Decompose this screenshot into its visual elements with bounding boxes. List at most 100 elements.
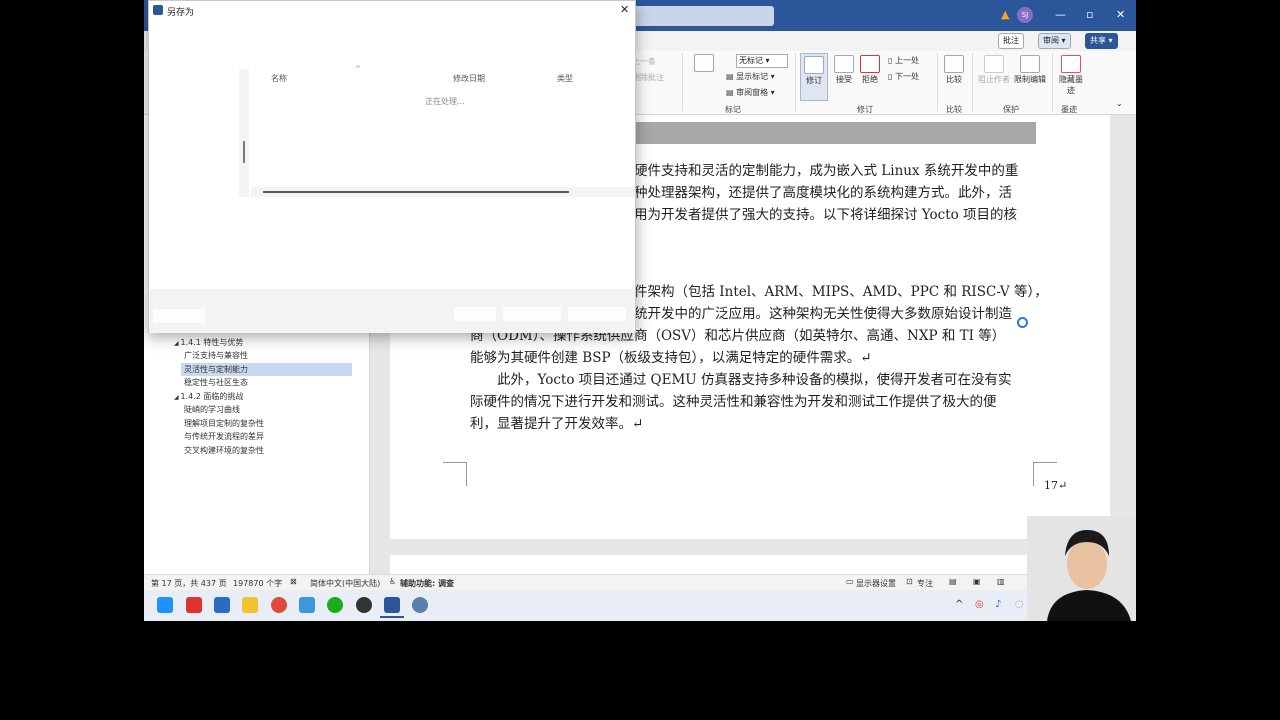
chrome-icon[interactable] — [271, 597, 287, 613]
nav-item[interactable]: 交叉构建环境的复杂性 — [144, 444, 370, 457]
collapse-ribbon-icon[interactable]: ⌄ — [1116, 99, 1123, 108]
app-icon[interactable] — [299, 597, 315, 613]
restrict-editing-button[interactable]: 限制编辑 — [1012, 55, 1048, 85]
nav-item[interactable]: ◢ 1.4.1 特性与优势 — [144, 336, 370, 349]
block-authors-button[interactable]: 阻止作者 — [976, 55, 1012, 85]
document-text-line: 用为开发者提供了强大的支持。以下将详细探讨 Yocto 项目的核 — [634, 207, 1018, 223]
scrollbar-thumb[interactable] — [263, 191, 569, 193]
nav-item-label: 与传统开发流程的差异 — [184, 432, 264, 441]
show-markup-button[interactable]: ▤ 显示标记 ▾ — [726, 71, 775, 82]
show-all-markup-button[interactable] — [687, 54, 721, 73]
folder-scrollbar[interactable] — [239, 69, 249, 197]
track-changes-button[interactable]: 修订 — [800, 53, 828, 101]
reviewing-pane-button[interactable]: ▤ 审阅窗格 ▾ — [726, 87, 775, 98]
ink-icon — [1061, 55, 1081, 73]
accept-icon — [834, 55, 854, 73]
minimize-icon[interactable]: — — [1055, 8, 1066, 21]
person-icon — [984, 55, 1004, 73]
nav-item[interactable]: 灵活性与定制能力 — [181, 362, 352, 376]
tray-app-icon[interactable]: ◎ — [975, 599, 984, 610]
nav-item[interactable]: 理解项目定制的复杂性 — [144, 417, 370, 430]
webcam-overlay — [1027, 516, 1136, 621]
scrollbar-thumb[interactable] — [243, 141, 245, 163]
hide-folders-button[interactable] — [153, 309, 205, 323]
share-button[interactable]: 共享 ▾ — [1085, 33, 1118, 49]
presenter-image — [1027, 516, 1136, 621]
reject-button[interactable]: 拒绝 — [858, 55, 882, 85]
divider — [795, 53, 796, 111]
display-settings[interactable]: 显示器设置 — [856, 578, 896, 589]
search-box[interactable] — [624, 6, 774, 26]
close-icon[interactable]: ✕ — [1116, 8, 1125, 21]
read-mode-icon[interactable]: ▤ — [949, 577, 957, 586]
page-count[interactable]: 第 17 页，共 437 页 — [151, 578, 227, 589]
obs-icon[interactable] — [356, 597, 372, 613]
nav-item[interactable]: 与传统开发流程的差异 — [144, 430, 370, 443]
tools-button[interactable] — [454, 307, 496, 321]
page-number: 17↵ — [1044, 479, 1068, 492]
proofing-icon[interactable]: ⊠ — [290, 577, 297, 586]
dialog-close-icon[interactable]: ✕ — [620, 3, 629, 16]
sort-arrow-icon: ^ — [355, 65, 361, 73]
focus-mode[interactable]: 专注 — [917, 578, 933, 589]
cancel-button[interactable] — [568, 307, 626, 321]
accessibility-icon: ♿ — [389, 577, 397, 586]
settings-icon[interactable] — [412, 597, 428, 613]
taskbar — [144, 590, 1136, 621]
column-header-modified[interactable]: 修改日期 — [453, 73, 485, 84]
file-explorer-icon[interactable] — [242, 597, 258, 613]
markup-select[interactable]: 无标记 ▾ — [736, 54, 788, 68]
windows-start-icon[interactable] — [157, 597, 173, 613]
prev-change-button[interactable]: ▯ 上一处 — [888, 55, 919, 66]
language[interactable]: 简体中文(中国大陆) — [310, 578, 380, 589]
accept-button[interactable]: 接受 — [832, 55, 856, 85]
word-count[interactable]: 197870 个字 — [233, 578, 282, 589]
print-layout-icon[interactable]: ▣ — [973, 577, 981, 586]
document-text-line: 种处理器架构，还提供了高度模块化的系统构建方式。此外，活 — [634, 185, 1012, 201]
save-button[interactable] — [503, 307, 561, 321]
margin-mark — [443, 462, 467, 486]
lock-icon — [1020, 55, 1040, 73]
document-text-line: 件架构（包括 Intel、ARM、MIPS、AMD、PPC 和 RISC-V 等… — [634, 284, 1048, 300]
accessibility-status[interactable]: 辅助功能: 调查 — [400, 578, 454, 589]
avatar[interactable]: SJ — [1017, 7, 1033, 23]
group-label-changes: 修订 — [857, 105, 873, 114]
warning-icon[interactable]: ▲ — [1001, 8, 1009, 21]
nav-item[interactable]: 陡峭的学习曲线 — [144, 403, 370, 416]
display-icon: ▭ — [846, 577, 854, 586]
group-label-markup: 标记 — [725, 105, 741, 114]
nav-item-label: 1.4.1 特性与优势 — [180, 337, 244, 347]
cursor-ring-icon — [1017, 317, 1028, 328]
restore-icon[interactable]: ▫ — [1086, 8, 1093, 21]
nav-item[interactable]: 广泛支持与兼容性 — [144, 349, 370, 362]
divider — [682, 53, 683, 111]
document-text-line: 际硬件的情况下进行开发和测试。这种灵活性和兼容性为开发和测试工作提供了极大的便 — [470, 394, 997, 410]
wechat-icon[interactable] — [327, 597, 343, 613]
accept-label: 接受 — [836, 75, 852, 84]
column-header-name[interactable]: 名称 — [271, 73, 287, 84]
hide-ink-label: 隐藏墨迹 — [1059, 75, 1083, 95]
store-icon[interactable] — [214, 597, 230, 613]
nav-item[interactable]: 稳定性与社区生态 — [144, 376, 370, 389]
group-label-ink: 墨迹 — [1061, 105, 1077, 114]
compare-label: 比较 — [946, 75, 962, 84]
column-header-type[interactable]: 类型 — [557, 73, 573, 84]
word-icon[interactable] — [384, 597, 400, 613]
app-icon[interactable] — [186, 597, 202, 613]
review-mode-button[interactable]: 审阅 ▾ — [1038, 33, 1071, 49]
microphone-icon[interactable]: ♪ — [995, 599, 1001, 610]
compare-button[interactable]: 比较 — [942, 55, 966, 85]
document-text-line: 能够为其硬件创建 BSP（板级支持包），以满足特定的硬件需求。↵ — [470, 350, 872, 366]
review-mode-label: 审阅 — [1043, 36, 1059, 45]
hide-ink-button[interactable]: 隐藏墨迹 — [1056, 55, 1086, 96]
web-layout-icon[interactable]: ▥ — [997, 577, 1005, 586]
next-change-button[interactable]: ▯ 下一处 — [888, 71, 919, 82]
nav-item[interactable]: ◢ 1.4.2 面临的挑战 — [144, 390, 370, 403]
horizontal-scrollbar[interactable] — [251, 187, 635, 197]
delete-comment-button[interactable]: 删除批注 — [632, 72, 664, 83]
comments-button[interactable]: 批注 — [998, 33, 1024, 49]
network-icon[interactable]: ◌ — [1015, 599, 1024, 610]
delete-comment-label: 删除批注 — [632, 73, 664, 82]
nav-item-label: 稳定性与社区生态 — [184, 378, 248, 387]
tray-chevron-icon[interactable]: ^ — [955, 599, 963, 610]
